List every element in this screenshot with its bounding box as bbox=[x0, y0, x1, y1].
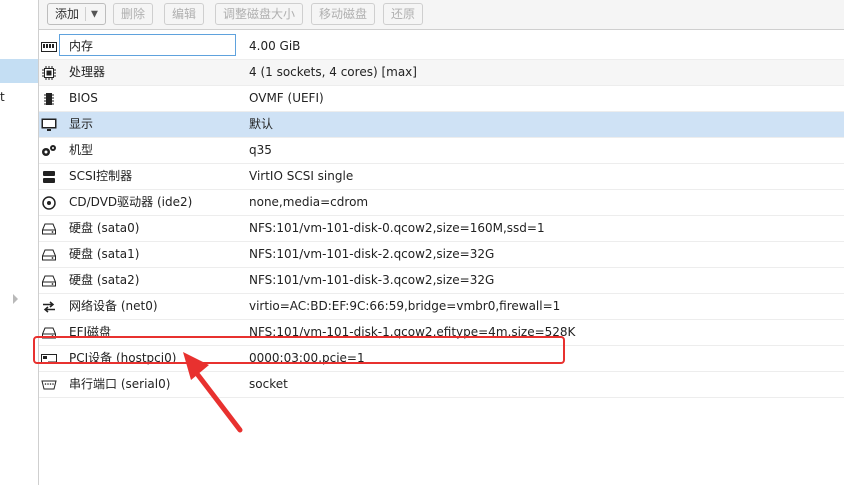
memory-icon bbox=[41, 39, 57, 55]
gears-icon bbox=[41, 143, 57, 159]
add-button-label: 添加 bbox=[55, 7, 80, 21]
storage-controller-icon bbox=[41, 169, 57, 185]
monitor-icon bbox=[41, 117, 57, 133]
left-nav-partial-text: t bbox=[0, 90, 5, 104]
hard-disk-icon bbox=[41, 221, 57, 237]
hardware-label: CD/DVD驱动器 (ide2) bbox=[69, 195, 193, 209]
expand-arrow-icon[interactable] bbox=[13, 294, 18, 304]
cdrom-icon bbox=[41, 195, 57, 211]
hardware-row-machine[interactable]: 机型 q35 bbox=[39, 138, 844, 164]
hardware-value: NFS:101/vm-101-disk-2.qcow2,size=32G bbox=[249, 247, 495, 261]
hardware-value: none,media=cdrom bbox=[249, 195, 369, 209]
hardware-row-bios[interactable]: BIOS OVMF (UEFI) bbox=[39, 86, 844, 112]
chevron-down-icon: ▼ bbox=[91, 9, 98, 20]
hardware-row-disk-sata2[interactable]: 硬盘 (sata2) NFS:101/vm-101-disk-3.qcow2,s… bbox=[39, 268, 844, 294]
hardware-value: socket bbox=[249, 377, 288, 391]
add-button[interactable]: 添加 ▼ bbox=[47, 3, 106, 25]
hardware-row-serial-port[interactable]: 串行端口 (serial0) socket bbox=[39, 372, 844, 398]
hardware-value: 4 (1 sockets, 4 cores) [max] bbox=[249, 65, 417, 79]
hardware-row-scsi-controller[interactable]: SCSI控制器 VirtIO SCSI single bbox=[39, 164, 844, 190]
hardware-value: 4.00 GiB bbox=[249, 39, 301, 53]
hardware-value: virtio=AC:BD:EF:9C:66:59,bridge=vmbr0,fi… bbox=[249, 299, 561, 313]
hardware-row-memory[interactable]: 内存 4.00 GiB bbox=[39, 34, 844, 60]
hardware-value: NFS:101/vm-101-disk-0.qcow2,size=160M,ss… bbox=[249, 221, 545, 235]
hardware-label: 硬盘 (sata0) bbox=[69, 221, 140, 235]
hardware-label: 网络设备 (net0) bbox=[69, 299, 158, 313]
hardware-row-network[interactable]: 网络设备 (net0) virtio=AC:BD:EF:9C:66:59,bri… bbox=[39, 294, 844, 320]
bios-chip-icon bbox=[41, 91, 57, 107]
hardware-label: BIOS bbox=[69, 91, 98, 105]
hard-disk-icon bbox=[41, 247, 57, 263]
hardware-value: 默认 bbox=[249, 117, 274, 131]
cpu-icon bbox=[41, 65, 57, 81]
hardware-label: 处理器 bbox=[69, 65, 106, 79]
hardware-value: q35 bbox=[249, 143, 272, 157]
move-disk-button[interactable]: 移动磁盘 bbox=[311, 3, 376, 25]
hardware-row-cpu[interactable]: 处理器 4 (1 sockets, 4 cores) [max] bbox=[39, 60, 844, 86]
hardware-value: VirtIO SCSI single bbox=[249, 169, 354, 183]
revert-button[interactable]: 还原 bbox=[383, 3, 424, 25]
delete-button[interactable]: 删除 bbox=[113, 3, 154, 25]
hardware-label: SCSI控制器 bbox=[69, 169, 133, 183]
hardware-value: OVMF (UEFI) bbox=[249, 91, 324, 105]
hardware-row-disk-sata0[interactable]: 硬盘 (sata0) NFS:101/vm-101-disk-0.qcow2,s… bbox=[39, 216, 844, 242]
hardware-label: 硬盘 (sata2) bbox=[69, 273, 140, 287]
hardware-toolbar: 添加 ▼ 删除 编辑 调整磁盘大小 移动磁盘 还原 bbox=[39, 0, 844, 30]
hardware-label: 显示 bbox=[69, 117, 94, 131]
hardware-value: NFS:101/vm-101-disk-3.qcow2,size=32G bbox=[249, 273, 495, 287]
hardware-row-cdrom[interactable]: CD/DVD驱动器 (ide2) none,media=cdrom bbox=[39, 190, 844, 216]
annotation-highlight-box bbox=[33, 336, 565, 364]
hardware-row-disk-sata1[interactable]: 硬盘 (sata1) NFS:101/vm-101-disk-2.qcow2,s… bbox=[39, 242, 844, 268]
left-navigation-panel: t bbox=[0, 0, 39, 485]
hardware-label: 机型 bbox=[69, 143, 94, 157]
resize-disk-button[interactable]: 调整磁盘大小 bbox=[215, 3, 304, 25]
hardware-label: 内存 bbox=[59, 34, 236, 56]
left-nav-selected-item[interactable] bbox=[0, 59, 38, 83]
network-icon bbox=[41, 299, 57, 315]
hard-disk-icon bbox=[41, 273, 57, 289]
hardware-label: 硬盘 (sata1) bbox=[69, 247, 140, 261]
serial-port-icon bbox=[41, 377, 57, 393]
hardware-label: 串行端口 (serial0) bbox=[69, 377, 171, 391]
edit-button[interactable]: 编辑 bbox=[164, 3, 205, 25]
hardware-row-display[interactable]: 显示 默认 bbox=[39, 112, 844, 138]
